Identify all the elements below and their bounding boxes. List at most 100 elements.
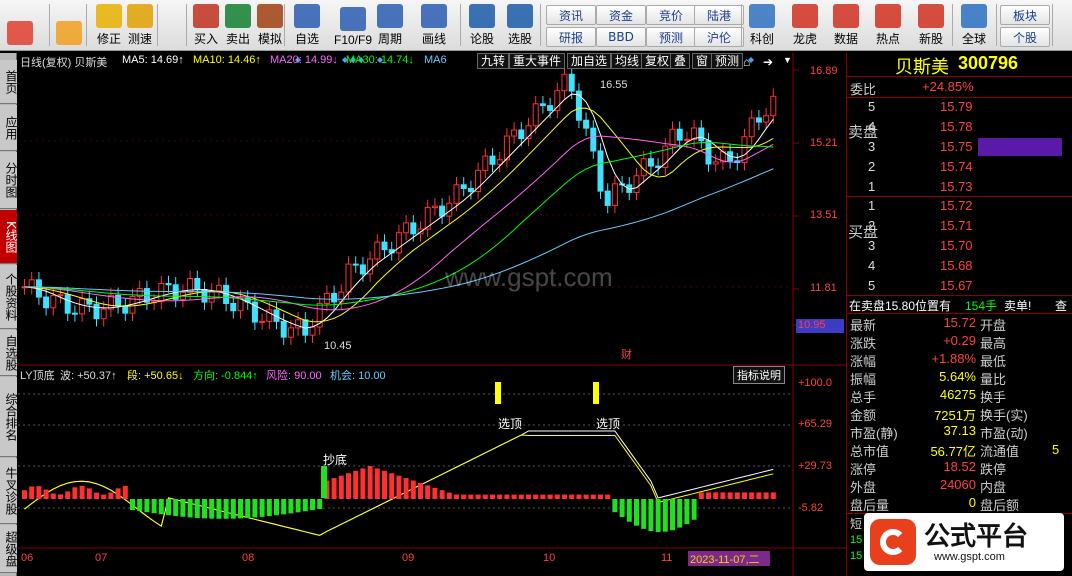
book-price[interactable]: 15.68 [940, 258, 973, 273]
price-tick-1: 16.89 [810, 65, 838, 77]
toolbar-button-3[interactable]: 测速 [124, 2, 156, 49]
histogram-bar [403, 478, 409, 499]
toolbar-small-8[interactable]: 板块 [1000, 5, 1050, 25]
toolbar-label: 模拟 [257, 32, 282, 46]
book-price[interactable]: 15.78 [940, 119, 973, 134]
book-price[interactable]: 15.70 [940, 238, 973, 253]
toolbar-button-18[interactable]: 全球 [958, 2, 990, 49]
top-signal-bar [495, 382, 501, 404]
chart-button-6[interactable]: 窗 [692, 53, 713, 69]
order-notice-more[interactable]: 查 [1055, 297, 1067, 314]
book-price[interactable]: 15.72 [940, 198, 973, 213]
histogram-bar [612, 499, 618, 513]
sidebar-tab-7[interactable]: 牛叉诊股 [0, 458, 18, 524]
kline-chart[interactable] [18, 53, 846, 576]
tick-tab[interactable]: 短 [850, 515, 862, 532]
toolbar-small-4[interactable]: 竞价 [646, 5, 696, 25]
toolbar-small-7[interactable]: 沪伦 [694, 27, 744, 47]
toolbar-small-0[interactable]: 资讯 [546, 5, 596, 25]
candle [453, 184, 460, 204]
book-level: 3 [868, 139, 876, 154]
histogram-bar [166, 499, 171, 516]
toolbar-button-15[interactable]: 数据 [830, 2, 862, 49]
chart-button-1[interactable]: 重大事件 [509, 53, 566, 69]
histogram-bar [180, 499, 186, 517]
toolbar-button-10[interactable]: 画线 [418, 2, 450, 49]
ind-axis-4: -5.82 [798, 502, 824, 514]
histogram-bar [554, 494, 560, 499]
book-price[interactable]: 15.73 [940, 179, 973, 194]
logo-url: www.gspt.com [934, 551, 1005, 563]
histogram-bar [360, 468, 366, 499]
toolbar-button-2[interactable]: 修正 [93, 2, 125, 49]
toolbar-button-16[interactable]: 热点 [872, 2, 904, 49]
toolbar-button-6[interactable]: 模拟 [254, 2, 286, 49]
candle [482, 155, 489, 171]
month-09: 09 [402, 552, 415, 564]
sidebar-tab-6[interactable]: 综合排名 [0, 377, 18, 457]
chart-button-3[interactable]: 均线 [611, 53, 644, 69]
toolbar-button-9[interactable]: 周期 [374, 2, 406, 49]
histogram-bar [130, 499, 135, 510]
toolbar-button-4[interactable]: 买入 [190, 2, 222, 49]
stat-value: +0.29 [943, 333, 976, 348]
sidebar-tab-1[interactable]: 应用 [0, 105, 18, 151]
toolbar-button-13[interactable]: 科创 [746, 2, 778, 49]
toolbar-small-3[interactable]: BBD [596, 27, 646, 47]
toolbar-button-14[interactable]: 龙虎 [789, 2, 821, 49]
sidebar-tab-8[interactable]: 超级盘 [0, 525, 18, 573]
toolbar-button-7[interactable]: 自选 [291, 2, 323, 49]
candle [539, 103, 546, 107]
toolbar-button-8[interactable]: F10/F9 [331, 2, 375, 49]
histogram-bar [43, 489, 49, 499]
candle [611, 183, 618, 206]
histogram-bar [706, 492, 711, 499]
stock-code: 300796 [958, 53, 1019, 73]
toolbar-button-17[interactable]: 新股 [915, 2, 947, 49]
histogram-bar [245, 499, 251, 519]
top-signal-bar [593, 382, 599, 404]
stat-label: 盘后量 [850, 498, 890, 513]
book-price[interactable]: 15.71 [940, 218, 973, 233]
toolbar-button-12[interactable]: 选股 [504, 2, 536, 49]
sidebar-tab-4[interactable]: 个股资料 [0, 265, 18, 329]
sidebar-tab-2[interactable]: 分时图 [0, 152, 18, 209]
financial-mark[interactable]: 财 [621, 346, 632, 362]
candle [748, 117, 755, 138]
toolbar-button-1[interactable] [53, 2, 85, 49]
arrow-right-icon[interactable]: ➔ [763, 55, 773, 69]
candle [338, 291, 345, 303]
histogram-bar [713, 492, 719, 499]
toolbar-small-6[interactable]: 陆港 [694, 5, 744, 25]
indicator-chance: 机会: 10.00 [330, 370, 386, 382]
toolbar-button-11[interactable]: 论股 [466, 2, 498, 49]
book-price[interactable]: 15.75 [940, 139, 973, 154]
chart-button-0[interactable]: 九转 [477, 53, 510, 69]
stat-value: 46275 [939, 387, 976, 402]
sidebar-tab-0[interactable]: 首页 [0, 60, 18, 104]
toolbar-small-1[interactable]: 研报 [546, 27, 596, 47]
chart-button-4[interactable]: 复权 [641, 53, 674, 69]
toolbar-small-9[interactable]: 个股 [1000, 27, 1050, 47]
chart-button-7[interactable]: 预测 [711, 53, 744, 69]
book-price[interactable]: 15.79 [940, 99, 973, 114]
chart-button-2[interactable]: 加自选 [567, 53, 612, 69]
dropdown-icon[interactable]: ▼ [783, 55, 792, 65]
toolbar-button-0[interactable] [4, 2, 36, 49]
lock-icon[interactable]: ⌂ [743, 55, 750, 69]
toolbar-small-2[interactable]: 资金 [596, 5, 646, 25]
book-level: 4 [868, 258, 876, 273]
book-price[interactable]: 15.74 [940, 159, 973, 174]
histogram-bar [115, 488, 121, 499]
sidebar-tab-5[interactable]: 自选股 [0, 330, 18, 376]
indicator-help-button[interactable]: 指标说明 [733, 366, 785, 384]
histogram-bar [389, 473, 395, 499]
book-price[interactable]: 15.67 [940, 278, 973, 293]
histogram-bar [353, 470, 359, 499]
candle [323, 292, 330, 304]
stat-label: 涨幅 [850, 354, 877, 369]
toolbar-small-5[interactable]: 预测 [646, 27, 696, 47]
chart-button-5[interactable]: 叠 [670, 53, 691, 69]
sidebar-tab-3[interactable]: K线图 [0, 210, 18, 264]
toolbar-button-5[interactable]: 卖出 [222, 2, 254, 49]
